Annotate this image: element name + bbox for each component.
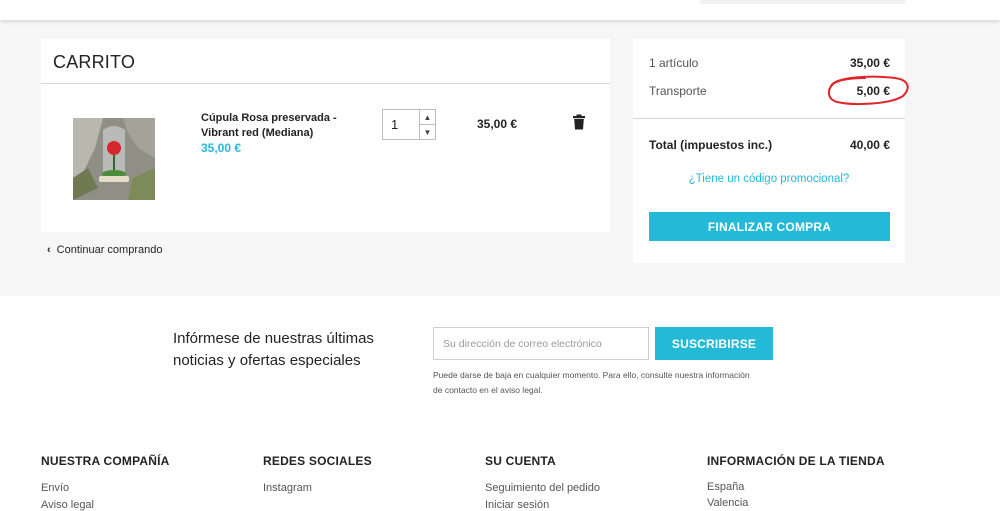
summary-items-row: 1 artículo 35,00 € <box>649 56 890 70</box>
newsletter-email-input[interactable] <box>433 327 649 360</box>
footer-store-city: Valencia <box>707 497 749 509</box>
summary-total-label: Total (impuestos inc.) <box>649 138 773 152</box>
continue-shopping-label: Continuar comprando <box>56 244 163 256</box>
footer-account-title: SU CUENTA <box>485 454 556 468</box>
quantity-decrease-button[interactable]: ▼ <box>419 125 435 139</box>
product-unit-price: 35,00 € <box>201 141 242 155</box>
summary-items-value: 35,00 € <box>849 56 890 70</box>
summary-items-label: 1 artículo <box>649 56 699 70</box>
summary-shipping-label: Transporte <box>649 84 707 98</box>
footer-store-country: España <box>707 481 745 493</box>
promo-code-link[interactable]: ¿Tiene un código promocional? <box>633 173 905 185</box>
summary-divider <box>633 118 905 119</box>
top-header-bar <box>0 0 1000 20</box>
chevron-left-icon: ‹ <box>47 244 51 256</box>
footer-company-column: NUESTRA COMPAÑÍA Envío Aviso legal <box>41 454 261 511</box>
cart-divider <box>41 83 610 84</box>
quantity-stepper: ▲ ▼ <box>382 109 436 140</box>
remove-item-button[interactable] <box>572 114 586 130</box>
cart-panel: CARRITO Cúpula Rosa preservada - Vibrant… <box>41 39 610 232</box>
footer-link-instagram[interactable]: Instagram <box>263 480 483 497</box>
header-search-stub[interactable] <box>700 0 905 4</box>
subscribe-button[interactable]: SUSCRIBIRSE <box>655 327 773 360</box>
footer-account-column: SU CUENTA Seguimiento del pedido Iniciar… <box>485 454 705 511</box>
footer-link-envio[interactable]: Envío <box>41 480 261 497</box>
footer-social-column: REDES SOCIALES Instagram <box>263 454 483 497</box>
chevron-down-icon: ▼ <box>423 127 432 137</box>
summary-shipping-value: 5,00 € <box>856 84 890 98</box>
footer-store-column: INFORMACIÓN DE LA TIENDA España Valencia <box>707 454 927 511</box>
line-total: 35,00 € <box>477 117 518 131</box>
footer-link-login[interactable]: Iniciar sesión <box>485 497 705 511</box>
footer-link-order-tracking[interactable]: Seguimiento del pedido <box>485 480 705 497</box>
summary-shipping-row: Transporte 5,00 € <box>649 84 890 98</box>
footer-social-title: REDES SOCIALES <box>263 454 372 468</box>
summary-total-row: Total (impuestos inc.) 40,00 € <box>649 138 890 152</box>
quantity-increase-button[interactable]: ▲ <box>419 110 435 125</box>
cart-summary-panel: 1 artículo 35,00 € Transporte 5,00 € Tot… <box>633 39 905 263</box>
continue-shopping-link[interactable]: ‹ Continuar comprando <box>47 244 162 256</box>
chevron-up-icon: ▲ <box>423 112 432 122</box>
checkout-button[interactable]: FINALIZAR COMPRA <box>649 212 890 241</box>
footer-link-aviso-legal[interactable]: Aviso legal <box>41 497 261 511</box>
summary-total-value: 40,00 € <box>849 138 890 152</box>
footer-company-title: NUESTRA COMPAÑÍA <box>41 454 170 468</box>
newsletter-note: Puede darse de baja en cualquier momento… <box>433 370 750 395</box>
trash-icon <box>573 114 585 130</box>
quantity-input[interactable] <box>383 110 419 139</box>
product-image[interactable] <box>73 118 155 200</box>
cart-title: CARRITO <box>53 52 136 72</box>
footer-store-title: INFORMACIÓN DE LA TIENDA <box>707 454 885 468</box>
cart-page-area: CARRITO Cúpula Rosa preservada - Vibrant… <box>0 20 1000 296</box>
newsletter-heading: Infórmese de nuestras últimas noticias y… <box>173 330 374 369</box>
product-name[interactable]: Cúpula Rosa preservada - Vibrant red (Me… <box>201 111 351 141</box>
